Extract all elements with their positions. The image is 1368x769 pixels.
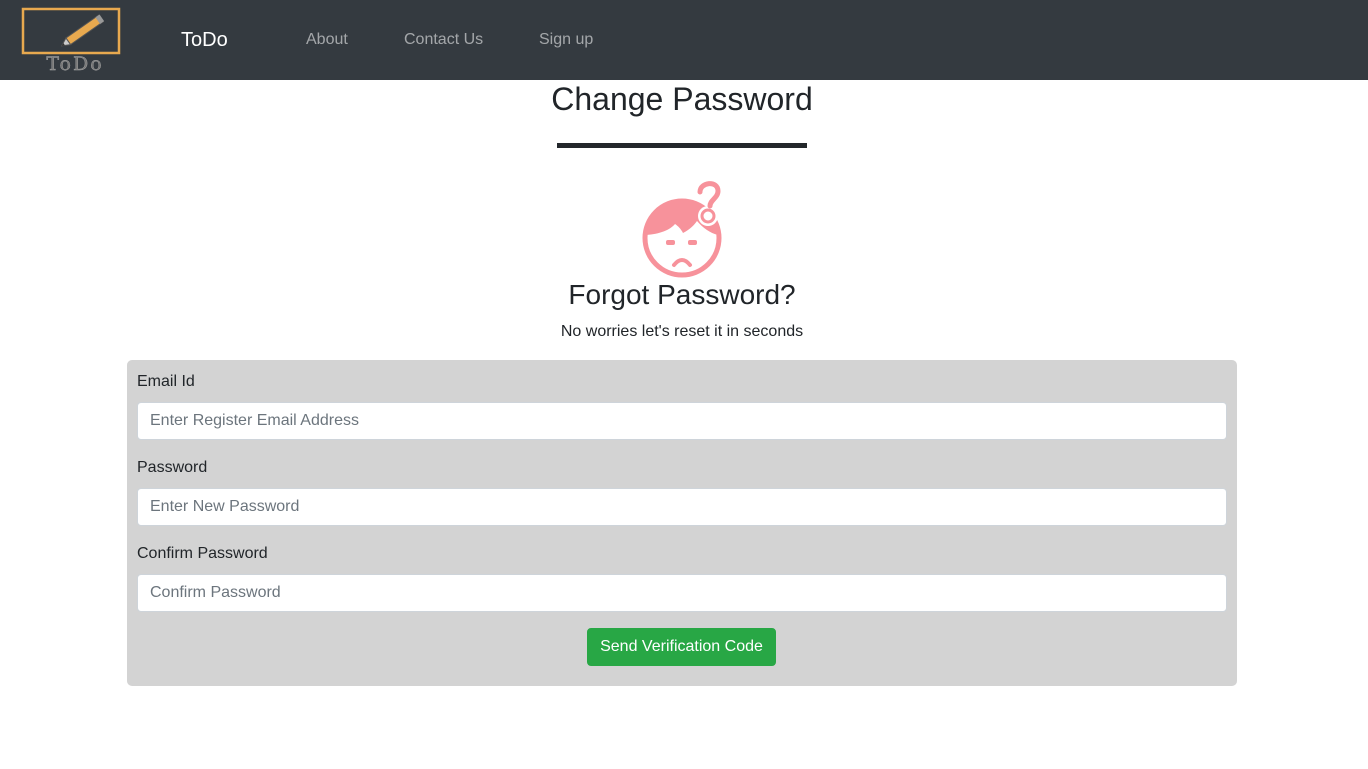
confirm-password-label: Confirm Password [137,545,268,562]
todo-logo-icon[interactable]: ToDo [21,7,121,73]
forgot-password-subtitle: No worries let's reset it in seconds [560,323,804,340]
email-label: Email Id [137,373,195,390]
nav-link-signup[interactable]: Sign up [539,30,593,50]
confused-face-icon [642,181,722,278]
brand-link[interactable]: ToDo [181,28,228,52]
forgot-password-heading: Forgot Password? [568,279,796,310]
password-label: Password [137,459,208,476]
email-input[interactable] [137,402,1227,440]
nav-link-about[interactable]: About [306,30,348,50]
nav-link-contact[interactable]: Contact Us [404,30,483,50]
change-password-form: Email Id Password Confirm Password Send … [127,360,1237,686]
title-underline [557,143,807,148]
navbar: ToDo ToDo About Contact Us Sign up [0,0,1368,80]
send-verification-code-button[interactable]: Send Verification Code [587,628,776,666]
new-password-input[interactable] [137,488,1227,526]
confirm-password-input[interactable] [137,574,1227,612]
page-title: Change Password [551,81,813,117]
svg-text:ToDo: ToDo [46,53,103,73]
